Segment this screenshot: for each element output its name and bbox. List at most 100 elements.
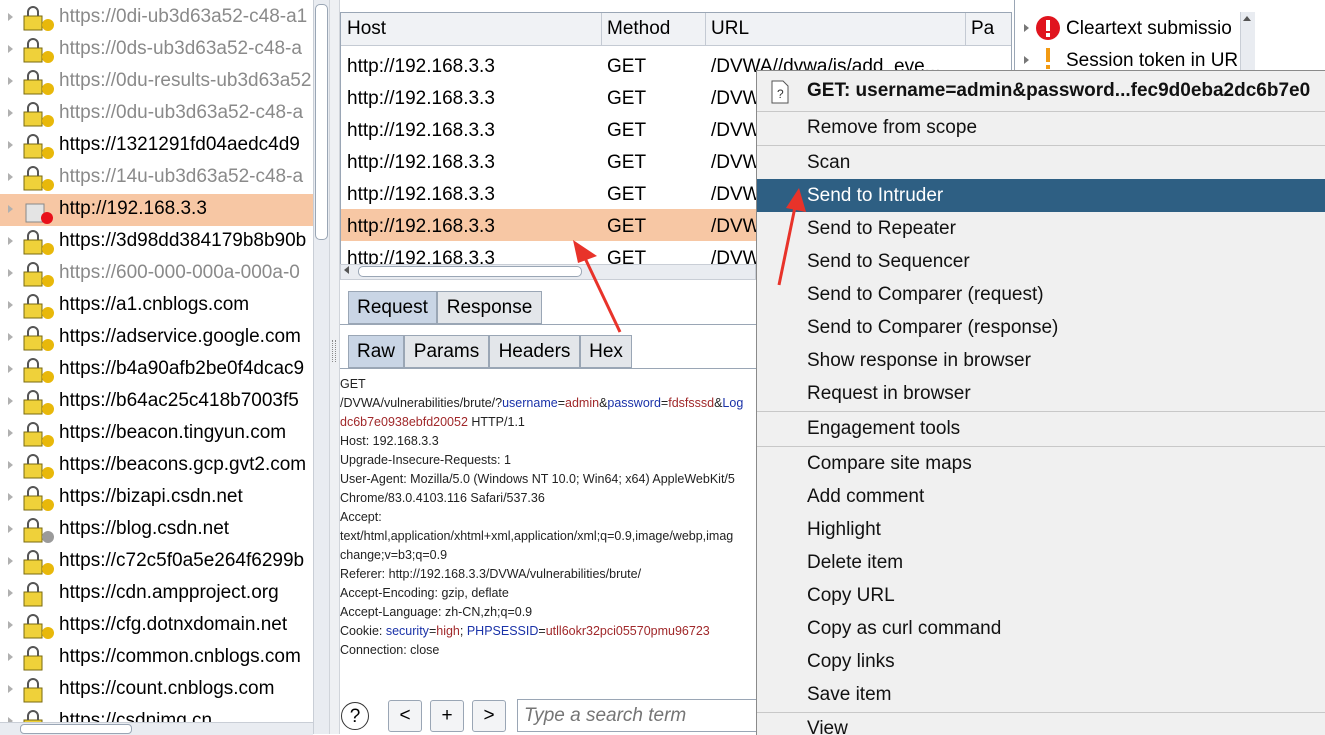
cell-host: http://192.168.3.3 bbox=[347, 184, 495, 205]
previous-match-button[interactable]: < bbox=[388, 700, 422, 732]
tree-item[interactable]: https://common.cnblogs.com bbox=[0, 642, 316, 674]
menu-item-save-item[interactable]: Save item bbox=[757, 678, 1325, 711]
column-header-url[interactable]: URL bbox=[711, 18, 749, 40]
pane-splitter[interactable] bbox=[329, 0, 340, 734]
menu-item-label: Compare site maps bbox=[807, 453, 972, 474]
expand-arrow-icon[interactable] bbox=[8, 589, 13, 597]
scroll-left-arrow-icon[interactable] bbox=[344, 266, 349, 274]
raw-request-editor[interactable]: GET /DVWA/vulnerabilities/brute/?usernam… bbox=[340, 376, 756, 676]
tree-item[interactable]: https://adservice.google.com bbox=[0, 322, 316, 354]
tree-scroll-thumb[interactable] bbox=[315, 4, 328, 240]
column-divider[interactable] bbox=[705, 13, 706, 45]
tree-item[interactable]: https://0du-results-ub3d63a52 bbox=[0, 66, 316, 98]
menu-item-engagement-tools[interactable]: Engagement tools bbox=[757, 412, 1325, 445]
scroll-up-arrow-icon[interactable] bbox=[1243, 16, 1251, 21]
menu-item-show-response-in-browser[interactable]: Show response in browser bbox=[757, 344, 1325, 377]
tree-item[interactable]: https://count.cnblogs.com bbox=[0, 674, 316, 706]
column-header-method[interactable]: Method bbox=[607, 18, 670, 40]
table-scroll-thumb[interactable] bbox=[358, 266, 582, 277]
tree-item[interactable]: https://beacon.tingyun.com bbox=[0, 418, 316, 450]
menu-item-send-to-repeater[interactable]: Send to Repeater bbox=[757, 212, 1325, 245]
expand-arrow-icon[interactable] bbox=[1024, 56, 1029, 64]
expand-arrow-icon[interactable] bbox=[8, 621, 13, 629]
help-button[interactable]: ? bbox=[341, 702, 369, 730]
tree-item[interactable]: https://3d98dd384179b8b90b bbox=[0, 226, 316, 258]
menu-item-highlight[interactable]: Highlight bbox=[757, 513, 1325, 546]
expand-arrow-icon[interactable] bbox=[8, 173, 13, 181]
expand-arrow-icon[interactable] bbox=[1024, 24, 1029, 32]
expand-arrow-icon[interactable] bbox=[8, 141, 13, 149]
expand-arrow-icon[interactable] bbox=[8, 653, 13, 661]
menu-item-remove-from-scope[interactable]: Remove from scope bbox=[757, 111, 1325, 144]
tree-item[interactable]: https://cdn.ampproject.org bbox=[0, 578, 316, 610]
splitter-grip-icon[interactable] bbox=[332, 340, 336, 362]
expand-arrow-icon[interactable] bbox=[8, 13, 13, 21]
tree-item[interactable]: https://0di-ub3d63a52-c48-a1 bbox=[0, 2, 316, 34]
next-match-button[interactable]: > bbox=[472, 700, 506, 732]
site-map-tree[interactable]: https://0di-ub3d63a52-c48-a1 https://0ds… bbox=[0, 0, 316, 734]
tree-item[interactable]: https://14u-ub3d63a52-c48-a bbox=[0, 162, 316, 194]
tree-item[interactable]: https://bizapi.csdn.net bbox=[0, 482, 316, 514]
tree-item-selected[interactable]: http://192.168.3.3 bbox=[0, 194, 316, 226]
expand-arrow-icon[interactable] bbox=[8, 205, 13, 213]
expand-arrow-icon[interactable] bbox=[8, 525, 13, 533]
menu-item-send-to-comparer-request[interactable]: Send to Comparer (request) bbox=[757, 278, 1325, 311]
search-input[interactable] bbox=[517, 699, 757, 732]
menu-item-add-comment[interactable]: Add comment bbox=[757, 480, 1325, 513]
tree-item[interactable]: https://0du-ub3d63a52-c48-a bbox=[0, 98, 316, 130]
menu-item-send-to-comparer-response[interactable]: Send to Comparer (response) bbox=[757, 311, 1325, 344]
tab-hex[interactable]: Hex bbox=[580, 335, 632, 368]
expand-arrow-icon[interactable] bbox=[8, 269, 13, 277]
tree-item[interactable]: https://0ds-ub3d63a52-c48-a bbox=[0, 34, 316, 66]
expand-arrow-icon[interactable] bbox=[8, 685, 13, 693]
tree-item[interactable]: https://1321291fd04aedc4d9 bbox=[0, 130, 316, 162]
expand-arrow-icon[interactable] bbox=[8, 429, 13, 437]
tree-item[interactable]: https://600-000-000a-000a-0 bbox=[0, 258, 316, 290]
menu-item-copy-url[interactable]: Copy URL bbox=[757, 579, 1325, 612]
param-key: Log bbox=[722, 396, 744, 410]
menu-item-view[interactable]: View bbox=[757, 712, 1325, 735]
tab-request[interactable]: Request bbox=[348, 291, 437, 324]
tree-horizontal-thumb[interactable] bbox=[20, 724, 132, 734]
column-divider[interactable] bbox=[965, 13, 966, 45]
menu-item-copy-as-curl[interactable]: Copy as curl command bbox=[757, 612, 1325, 645]
tree-item[interactable]: https://a1.cnblogs.com bbox=[0, 290, 316, 322]
column-header-host[interactable]: Host bbox=[347, 18, 386, 40]
tab-raw[interactable]: Raw bbox=[348, 335, 404, 368]
tree-item-label: https://blog.csdn.net bbox=[59, 518, 230, 539]
issues-scrollbar[interactable] bbox=[1240, 12, 1255, 72]
tree-item[interactable]: https://c72c5f0a5e264f6299b bbox=[0, 546, 316, 578]
expand-arrow-icon[interactable] bbox=[8, 301, 13, 309]
expand-arrow-icon[interactable] bbox=[8, 109, 13, 117]
expand-arrow-icon[interactable] bbox=[8, 493, 13, 501]
expand-arrow-icon[interactable] bbox=[8, 77, 13, 85]
expand-arrow-icon[interactable] bbox=[8, 365, 13, 373]
column-divider[interactable] bbox=[601, 13, 602, 45]
tree-item[interactable]: https://cfg.dotnxdomain.net bbox=[0, 610, 316, 642]
expand-arrow-icon[interactable] bbox=[8, 397, 13, 405]
menu-item-copy-links[interactable]: Copy links bbox=[757, 645, 1325, 678]
expand-arrow-icon[interactable] bbox=[8, 45, 13, 53]
tree-item[interactable]: https://b4a90afb2be0f4dcac9 bbox=[0, 354, 316, 386]
menu-item-send-to-intruder[interactable]: Send to Intruder bbox=[757, 179, 1325, 212]
issue-label[interactable]: Cleartext submissio bbox=[1066, 18, 1232, 40]
tree-item[interactable]: https://blog.csdn.net bbox=[0, 514, 316, 546]
tab-headers[interactable]: Headers bbox=[489, 335, 580, 368]
lock-folder-icon bbox=[23, 38, 54, 63]
expand-arrow-icon[interactable] bbox=[8, 461, 13, 469]
menu-item-send-to-sequencer[interactable]: Send to Sequencer bbox=[757, 245, 1325, 278]
menu-item-scan[interactable]: Scan bbox=[757, 146, 1325, 179]
add-button[interactable]: + bbox=[430, 700, 464, 732]
menu-item-delete-item[interactable]: Delete item bbox=[757, 546, 1325, 579]
issue-label[interactable]: Session token in UR bbox=[1066, 50, 1238, 72]
tree-item[interactable]: https://beacons.gcp.gvt2.com bbox=[0, 450, 316, 482]
menu-item-compare-site-maps[interactable]: Compare site maps bbox=[757, 447, 1325, 480]
expand-arrow-icon[interactable] bbox=[8, 237, 13, 245]
expand-arrow-icon[interactable] bbox=[8, 557, 13, 565]
tab-response[interactable]: Response bbox=[437, 291, 542, 324]
menu-item-request-in-browser[interactable]: Request in browser bbox=[757, 377, 1325, 410]
expand-arrow-icon[interactable] bbox=[8, 333, 13, 341]
column-header-params[interactable]: Pa bbox=[971, 18, 994, 40]
tab-params[interactable]: Params bbox=[404, 335, 489, 368]
tree-item[interactable]: https://b64ac25c418b7003f5 bbox=[0, 386, 316, 418]
